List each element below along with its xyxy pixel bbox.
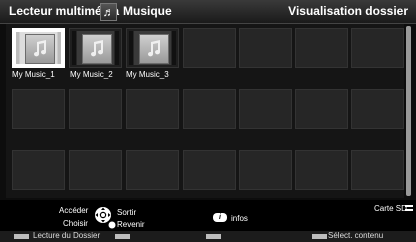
empty-tile: [12, 89, 65, 129]
empty-tile: [69, 150, 122, 190]
category-label: Musique: [123, 4, 172, 18]
empty-tile: [12, 150, 65, 190]
music-note-icon: ♬: [100, 3, 117, 21]
music-thumbnail-icon: [24, 34, 55, 64]
hint-choisir: Choisir: [63, 219, 88, 228]
sd-card-label: Carte SD: [374, 204, 407, 213]
empty-tile: [351, 28, 404, 68]
music-thumbnail-icon: [81, 34, 112, 64]
tile-label: My Music_2: [70, 70, 113, 79]
empty-tile: [295, 28, 348, 68]
hint-acceder: Accéder: [59, 206, 89, 215]
empty-tile: [183, 89, 236, 129]
hint-revenir: Revenir: [117, 220, 145, 229]
hint-sortir: Sortir: [117, 208, 137, 217]
empty-tile: [69, 89, 122, 129]
header-bar: Lecteur multimédia ♬ Musique Visualisati…: [0, 0, 416, 24]
empty-tile: [183, 28, 236, 68]
view-mode-label: Visualisation dossier: [288, 4, 408, 18]
empty-tile: [239, 89, 292, 129]
empty-tile: [239, 150, 292, 190]
empty-tile: [239, 28, 292, 68]
empty-tile: [126, 150, 179, 190]
blue-button-icon: [312, 234, 327, 239]
footer-select-content[interactable]: Sélect. contenu: [328, 231, 383, 240]
music-thumbnail-icon: [138, 34, 169, 64]
return-icon: [108, 221, 116, 229]
red-button-icon: [14, 234, 29, 239]
music-folder-tile[interactable]: [126, 28, 179, 68]
tile-label: My Music_3: [126, 70, 169, 79]
empty-tile: [351, 150, 404, 190]
empty-tile: [183, 150, 236, 190]
info-icon: i: [213, 213, 227, 222]
empty-tile: [295, 89, 348, 129]
footer-play-folder[interactable]: Lecture du Dossier: [33, 231, 100, 240]
empty-tile: [351, 89, 404, 129]
music-folder-tile[interactable]: [12, 28, 65, 68]
scrollbar-thumb[interactable]: [406, 26, 411, 196]
hint-infos: infos: [231, 214, 248, 223]
green-button-icon: [115, 234, 130, 239]
empty-tile: [295, 150, 348, 190]
empty-tile: [126, 89, 179, 129]
sd-card-icon: [405, 205, 413, 211]
music-folder-tile[interactable]: [69, 28, 122, 68]
tile-label: My Music_1: [12, 70, 55, 79]
yellow-button-icon: [206, 234, 221, 239]
scrollbar[interactable]: [406, 26, 411, 196]
